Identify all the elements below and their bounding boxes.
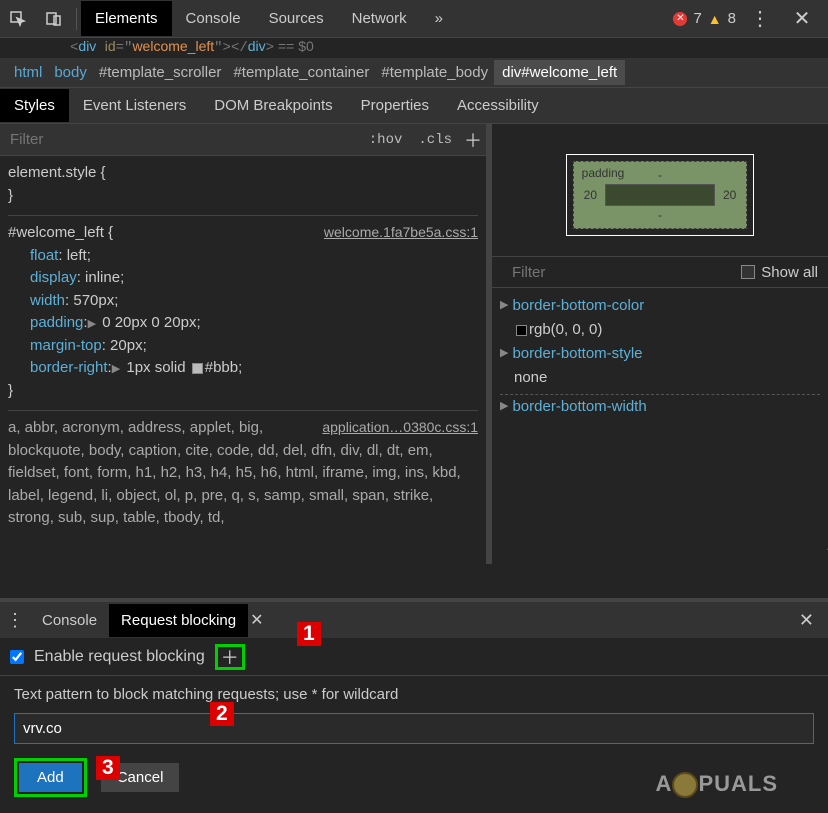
warning-icon[interactable]: ▲ [708, 11, 722, 27]
drawer-tab-request-blocking[interactable]: Request blocking [109, 604, 248, 637]
add-button[interactable]: Add [19, 763, 82, 792]
box-content [605, 184, 715, 206]
cls-toggle[interactable]: .cls [410, 128, 460, 152]
computed-row[interactable]: ▶border-bottom-style [500, 342, 820, 366]
ua-source-link[interactable]: application…0380c.css:1 [322, 417, 478, 438]
welcome-left-rule[interactable]: welcome.1fa7be5a.css:1 #welcome_left { f… [8, 222, 478, 411]
add-highlight: Add [14, 758, 87, 797]
tabs-overflow[interactable]: » [421, 1, 457, 36]
warning-count: 8 [728, 10, 736, 27]
subtab-properties[interactable]: Properties [347, 89, 443, 122]
error-count: 7 [693, 10, 701, 27]
kebab-icon[interactable]: ⋮ [742, 1, 778, 37]
enable-blocking-label: Enable request blocking [34, 648, 205, 666]
cancel-button[interactable]: Cancel [101, 763, 180, 792]
source-link[interactable]: welcome.1fa7be5a.css:1 [324, 222, 478, 243]
add-pattern-highlight: ＋ [215, 644, 245, 670]
hov-toggle[interactable]: :hov [361, 128, 411, 152]
devtools-toolbar: Elements Console Sources Network » ✕ 7 ▲… [0, 0, 828, 38]
drawer: ⋮ Console Request blocking ✕ ✕ Enable re… [0, 598, 828, 813]
show-all-toggle[interactable]: Show all [741, 264, 818, 281]
computed-row[interactable]: ▶border-bottom-width [500, 394, 820, 419]
pattern-input[interactable] [14, 713, 814, 744]
ua-rule[interactable]: application…0380c.css:1 a, abbr, acronym… [8, 417, 478, 530]
crumb-scroller[interactable]: #template_scroller [93, 64, 228, 81]
computed-panel: padding - 20 20 - Show all ▶border-botto… [492, 124, 828, 564]
element-style-block[interactable]: element.style { } [8, 162, 478, 216]
dom-snippet: <div id="welcome_left"></div> == $0 [0, 38, 828, 58]
subtab-dom-breakpoints[interactable]: DOM Breakpoints [200, 89, 346, 122]
subtab-event-listeners[interactable]: Event Listeners [69, 89, 200, 122]
inspect-icon[interactable] [0, 1, 36, 37]
crumb-selected[interactable]: div#welcome_left [494, 60, 625, 85]
crumb-html[interactable]: html [8, 64, 48, 81]
tab-elements[interactable]: Elements [81, 1, 172, 36]
crumb-container[interactable]: #template_container [227, 64, 375, 81]
computed-filter-input[interactable] [502, 264, 741, 281]
close-icon[interactable]: ✕ [784, 1, 820, 37]
device-toggle-icon[interactable] [36, 1, 72, 37]
subtab-styles[interactable]: Styles [0, 89, 69, 122]
styles-panel: :hov .cls ＋ element.style { } welcome.1f… [0, 124, 492, 564]
color-swatch[interactable] [516, 325, 527, 336]
subtab-accessibility[interactable]: Accessibility [443, 89, 553, 122]
tab-console[interactable]: Console [172, 1, 255, 36]
drawer-kebab-icon[interactable]: ⋮ [0, 610, 30, 631]
divider [76, 8, 77, 30]
main-tabs: Elements Console Sources Network » [81, 1, 673, 36]
styles-filter-input[interactable] [0, 131, 361, 148]
crumb-body2[interactable]: #template_body [375, 64, 494, 81]
enable-blocking-checkbox[interactable] [10, 650, 24, 664]
new-style-rule-button[interactable]: ＋ [460, 127, 486, 153]
tab-sources[interactable]: Sources [255, 1, 338, 36]
crumb-body[interactable]: body [48, 64, 93, 81]
computed-row[interactable]: ▶border-bottom-color [500, 294, 820, 318]
color-swatch[interactable] [192, 363, 203, 374]
close-tab-icon[interactable]: ✕ [250, 610, 263, 630]
box-model[interactable]: padding - 20 20 - [492, 124, 828, 256]
error-icon[interactable]: ✕ [673, 12, 687, 26]
checkbox-icon[interactable] [741, 265, 755, 279]
drawer-close-icon[interactable]: ✕ [785, 610, 828, 631]
styles-subtabs: Styles Event Listeners DOM Breakpoints P… [0, 88, 828, 124]
tab-network[interactable]: Network [338, 1, 421, 36]
add-pattern-button[interactable]: ＋ [220, 647, 240, 667]
breadcrumb: html body #template_scroller #template_c… [0, 58, 828, 88]
pattern-help-text: Text pattern to block matching requests;… [14, 686, 814, 703]
drawer-tab-console[interactable]: Console [30, 604, 109, 637]
